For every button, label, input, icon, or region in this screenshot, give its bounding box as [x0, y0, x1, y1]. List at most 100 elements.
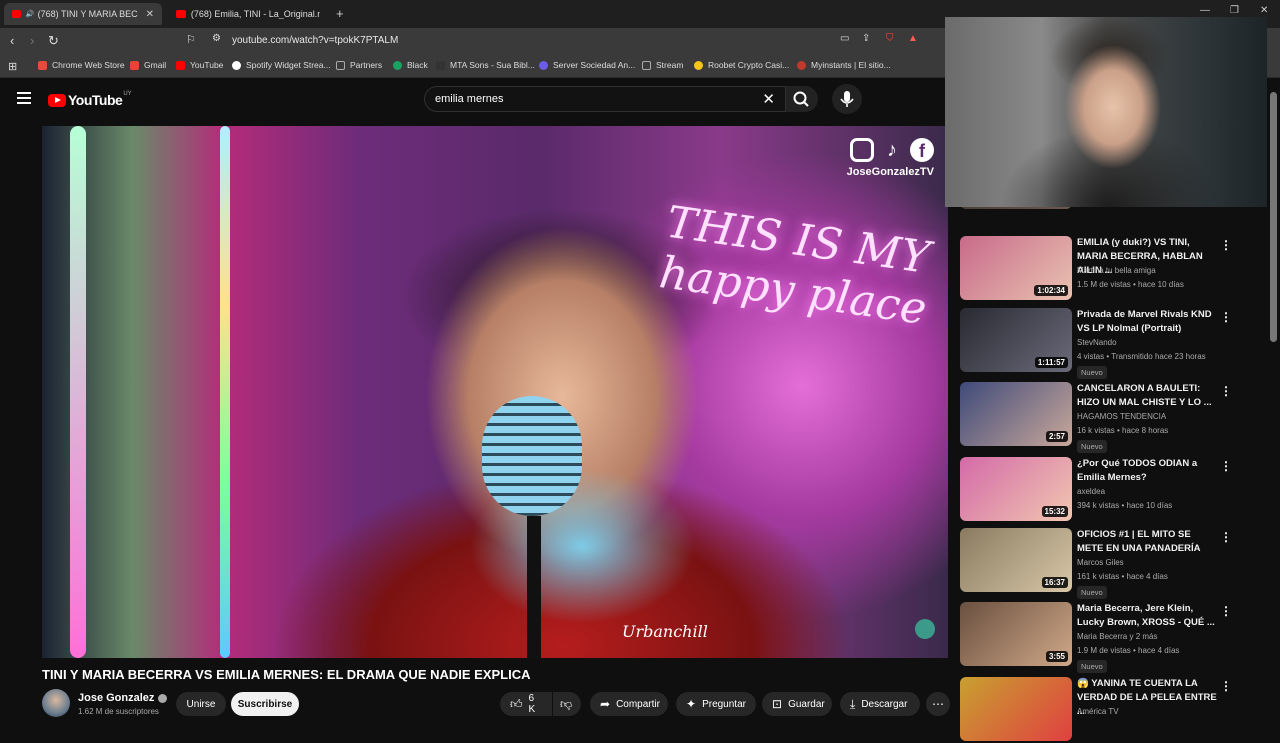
new-tab-icon[interactable]: +: [336, 6, 344, 21]
ask-button[interactable]: ✦ Preguntar: [676, 692, 756, 716]
apps-grid-icon[interactable]: ⊞: [8, 60, 17, 73]
video-player[interactable]: THIS IS MY happy place Urbanchill ♪ f Jo…: [42, 126, 948, 658]
webcam-overlay: [945, 17, 1267, 207]
recommendation-item[interactable]: 16:37 OFICIOS #1 | EL MITO SE METE EN UNA…: [960, 528, 1232, 599]
recommendation-title[interactable]: CANCELARON A BAULETI: HIZO UN MAL CHISTE…: [1077, 382, 1217, 410]
video-thumbnail[interactable]: 15:32: [960, 457, 1072, 521]
chrome-store-icon: [38, 60, 47, 70]
recommendation-title[interactable]: Privada de Marvel Rivals KND VS LP Nolma…: [1077, 308, 1217, 336]
url-field[interactable]: youtube.com/watch?v=tpokK7PTALM: [232, 35, 398, 46]
subscribe-button[interactable]: Suscribirse: [231, 692, 299, 716]
search-input[interactable]: emilia mernes ✕: [424, 86, 786, 112]
browser-tab[interactable]: (768) Emilia, TINI - La_Original.mp3 (: [168, 3, 328, 25]
bookmark-myinstants[interactable]: Myinstants | El sitio...: [797, 60, 891, 70]
back-icon[interactable]: ‹: [10, 33, 14, 48]
minimize-icon[interactable]: —: [1200, 5, 1210, 16]
new-badge: Nuevo: [1077, 660, 1107, 673]
recommendation-channel[interactable]: axeldea: [1077, 487, 1105, 496]
search-button[interactable]: [786, 86, 818, 112]
bookmark-stream[interactable]: Stream: [642, 60, 683, 70]
recommendation-channel[interactable]: HAGAMOS TENDENCIA: [1077, 412, 1166, 421]
recommendation-title[interactable]: Maria Becerra, Jere Klein, Lucky Brown, …: [1077, 602, 1217, 630]
video-thumbnail[interactable]: [960, 677, 1072, 741]
maximize-icon[interactable]: ❐: [1230, 5, 1239, 16]
close-window-icon[interactable]: ✕: [1260, 5, 1268, 16]
recommendation-item[interactable]: 3:55 Maria Becerra, Jere Klein, Lucky Bro…: [960, 602, 1232, 673]
channel-text: axeldea: [1077, 487, 1106, 496]
voice-search-button[interactable]: [832, 84, 862, 114]
channel-suffix: y 2 más: [1129, 632, 1158, 641]
bookmark-youtube[interactable]: YouTube: [176, 60, 223, 70]
join-button[interactable]: Unirse: [176, 692, 226, 716]
bookmark-chrome-web-store[interactable]: Chrome Web Store: [38, 60, 125, 70]
youtube-icon: [176, 60, 185, 70]
folder-icon: [642, 60, 651, 70]
recommendation-channel[interactable]: Maria Becerra y 2 más: [1077, 632, 1158, 641]
page-scrollbar[interactable]: [1270, 92, 1277, 342]
brave-rewards-icon[interactable]: ▲: [908, 33, 918, 44]
bookmark-server-sociedad[interactable]: Server Sociedad An...: [539, 60, 635, 70]
channel-name[interactable]: Jose Gonzalez: [78, 692, 168, 704]
more-vertical-icon[interactable]: ⋮: [1220, 310, 1232, 324]
close-tab-icon[interactable]: ✕: [146, 9, 154, 20]
share-page-icon[interactable]: ⇪: [862, 33, 870, 44]
bookmark-partners[interactable]: Partners: [336, 60, 382, 70]
thumbs-down-icon: 👎︎: [560, 696, 573, 711]
bookmark-gmail[interactable]: Gmail: [130, 60, 166, 70]
bookmark-spotify-widget[interactable]: Spotify Widget Strea...: [232, 60, 331, 70]
channel-avatar[interactable]: [42, 689, 70, 717]
sparkle-icon: ✦: [686, 697, 697, 711]
youtube-header: YouTube UY emilia mernes ✕: [0, 80, 945, 120]
bookmark-label: Partners: [350, 60, 383, 70]
video-thumbnail[interactable]: 2:57: [960, 382, 1072, 446]
bookmark-black[interactable]: Black: [393, 60, 428, 70]
more-vertical-icon[interactable]: ⋮: [1220, 530, 1232, 544]
recommendation-item[interactable]: 1:02:34 EMILIA (y duki?) VS TINI, MARIA B…: [960, 236, 1232, 302]
more-vertical-icon[interactable]: ⋮: [1220, 459, 1232, 473]
youtube-logo[interactable]: YouTube UY: [48, 91, 132, 108]
save-button[interactable]: ⊡ Guardar: [762, 692, 832, 716]
download-button[interactable]: ⤓ Descargar: [840, 692, 920, 716]
recommendation-title[interactable]: OFICIOS #1 | EL MITO SE METE EN UNA PANA…: [1077, 528, 1217, 556]
bookmark-mta-sons[interactable]: MTA Sons - Sua Bibl...: [436, 60, 535, 70]
recommendation-channel[interactable]: América TV: [1077, 707, 1119, 716]
bookmark-label: Roobet Crypto Casi...: [708, 60, 790, 70]
hamburger-menu-icon[interactable]: [17, 92, 31, 104]
more-vertical-icon[interactable]: ⋮: [1220, 238, 1232, 252]
bookmark-icon[interactable]: ⚐: [186, 33, 196, 46]
recommendation-item[interactable]: 😱 YANINA TE CUENTA LA VERDAD DE LA PELEA…: [960, 677, 1232, 743]
video-thumbnail[interactable]: 1:11:57: [960, 308, 1072, 372]
duration-badge: 3:55: [1045, 651, 1068, 662]
more-vertical-icon[interactable]: ⋮: [1220, 679, 1232, 693]
floating-widget-icon[interactable]: [915, 619, 935, 639]
more-vertical-icon[interactable]: ⋮: [1220, 604, 1232, 618]
social-overlay: ♪ f JoseGonzalezTV: [847, 138, 934, 178]
site-info-icon[interactable]: ⚙: [212, 33, 221, 44]
neon-light-right: [220, 126, 230, 658]
video-thumbnail[interactable]: 1:02:34: [960, 236, 1072, 300]
brave-shield-icon[interactable]: ⛉: [886, 33, 894, 44]
forward-icon[interactable]: ›: [30, 33, 34, 48]
share-button[interactable]: ➦ Compartir: [590, 692, 668, 716]
clear-search-icon[interactable]: ✕: [762, 90, 775, 108]
video-thumbnail[interactable]: 16:37: [960, 528, 1072, 592]
browser-tab-active[interactable]: 🔊 (768) TINI Y MARIA BECERRA ✕: [4, 3, 162, 25]
recommendation-item[interactable]: 2:57 CANCELARON A BAULETI: HIZO UN MAL CH…: [960, 382, 1232, 453]
like-button[interactable]: 👍︎ 6 K: [500, 692, 552, 716]
reload-icon[interactable]: ↻: [48, 33, 59, 49]
recommendation-channel[interactable]: StevNando: [1077, 338, 1117, 347]
recommendation-title[interactable]: ¿Por Qué TODOS ODIAN a Emilia Mernes?: [1077, 457, 1217, 485]
duration-badge: 1:02:34: [1034, 285, 1068, 296]
recommendation-channel[interactable]: Martina tu bella amiga: [1077, 266, 1156, 275]
more-actions-button[interactable]: ⋯: [926, 692, 950, 716]
recommendation-item[interactable]: 15:32 ¿Por Qué TODOS ODIAN a Emilia Merne…: [960, 457, 1232, 523]
recommendation-item[interactable]: 1:11:57 Privada de Marvel Rivals KND VS L…: [960, 308, 1232, 379]
video-thumbnail[interactable]: 3:55: [960, 602, 1072, 666]
cast-icon[interactable]: ▭: [840, 33, 849, 44]
more-vertical-icon[interactable]: ⋮: [1220, 384, 1232, 398]
ask-label: Preguntar: [702, 698, 746, 710]
dislike-button[interactable]: 👎︎: [553, 692, 581, 716]
recommendation-channel[interactable]: Marcos Giles: [1077, 558, 1124, 567]
neon-light-left: [70, 126, 86, 658]
bookmark-roobet[interactable]: Roobet Crypto Casi...: [694, 60, 789, 70]
